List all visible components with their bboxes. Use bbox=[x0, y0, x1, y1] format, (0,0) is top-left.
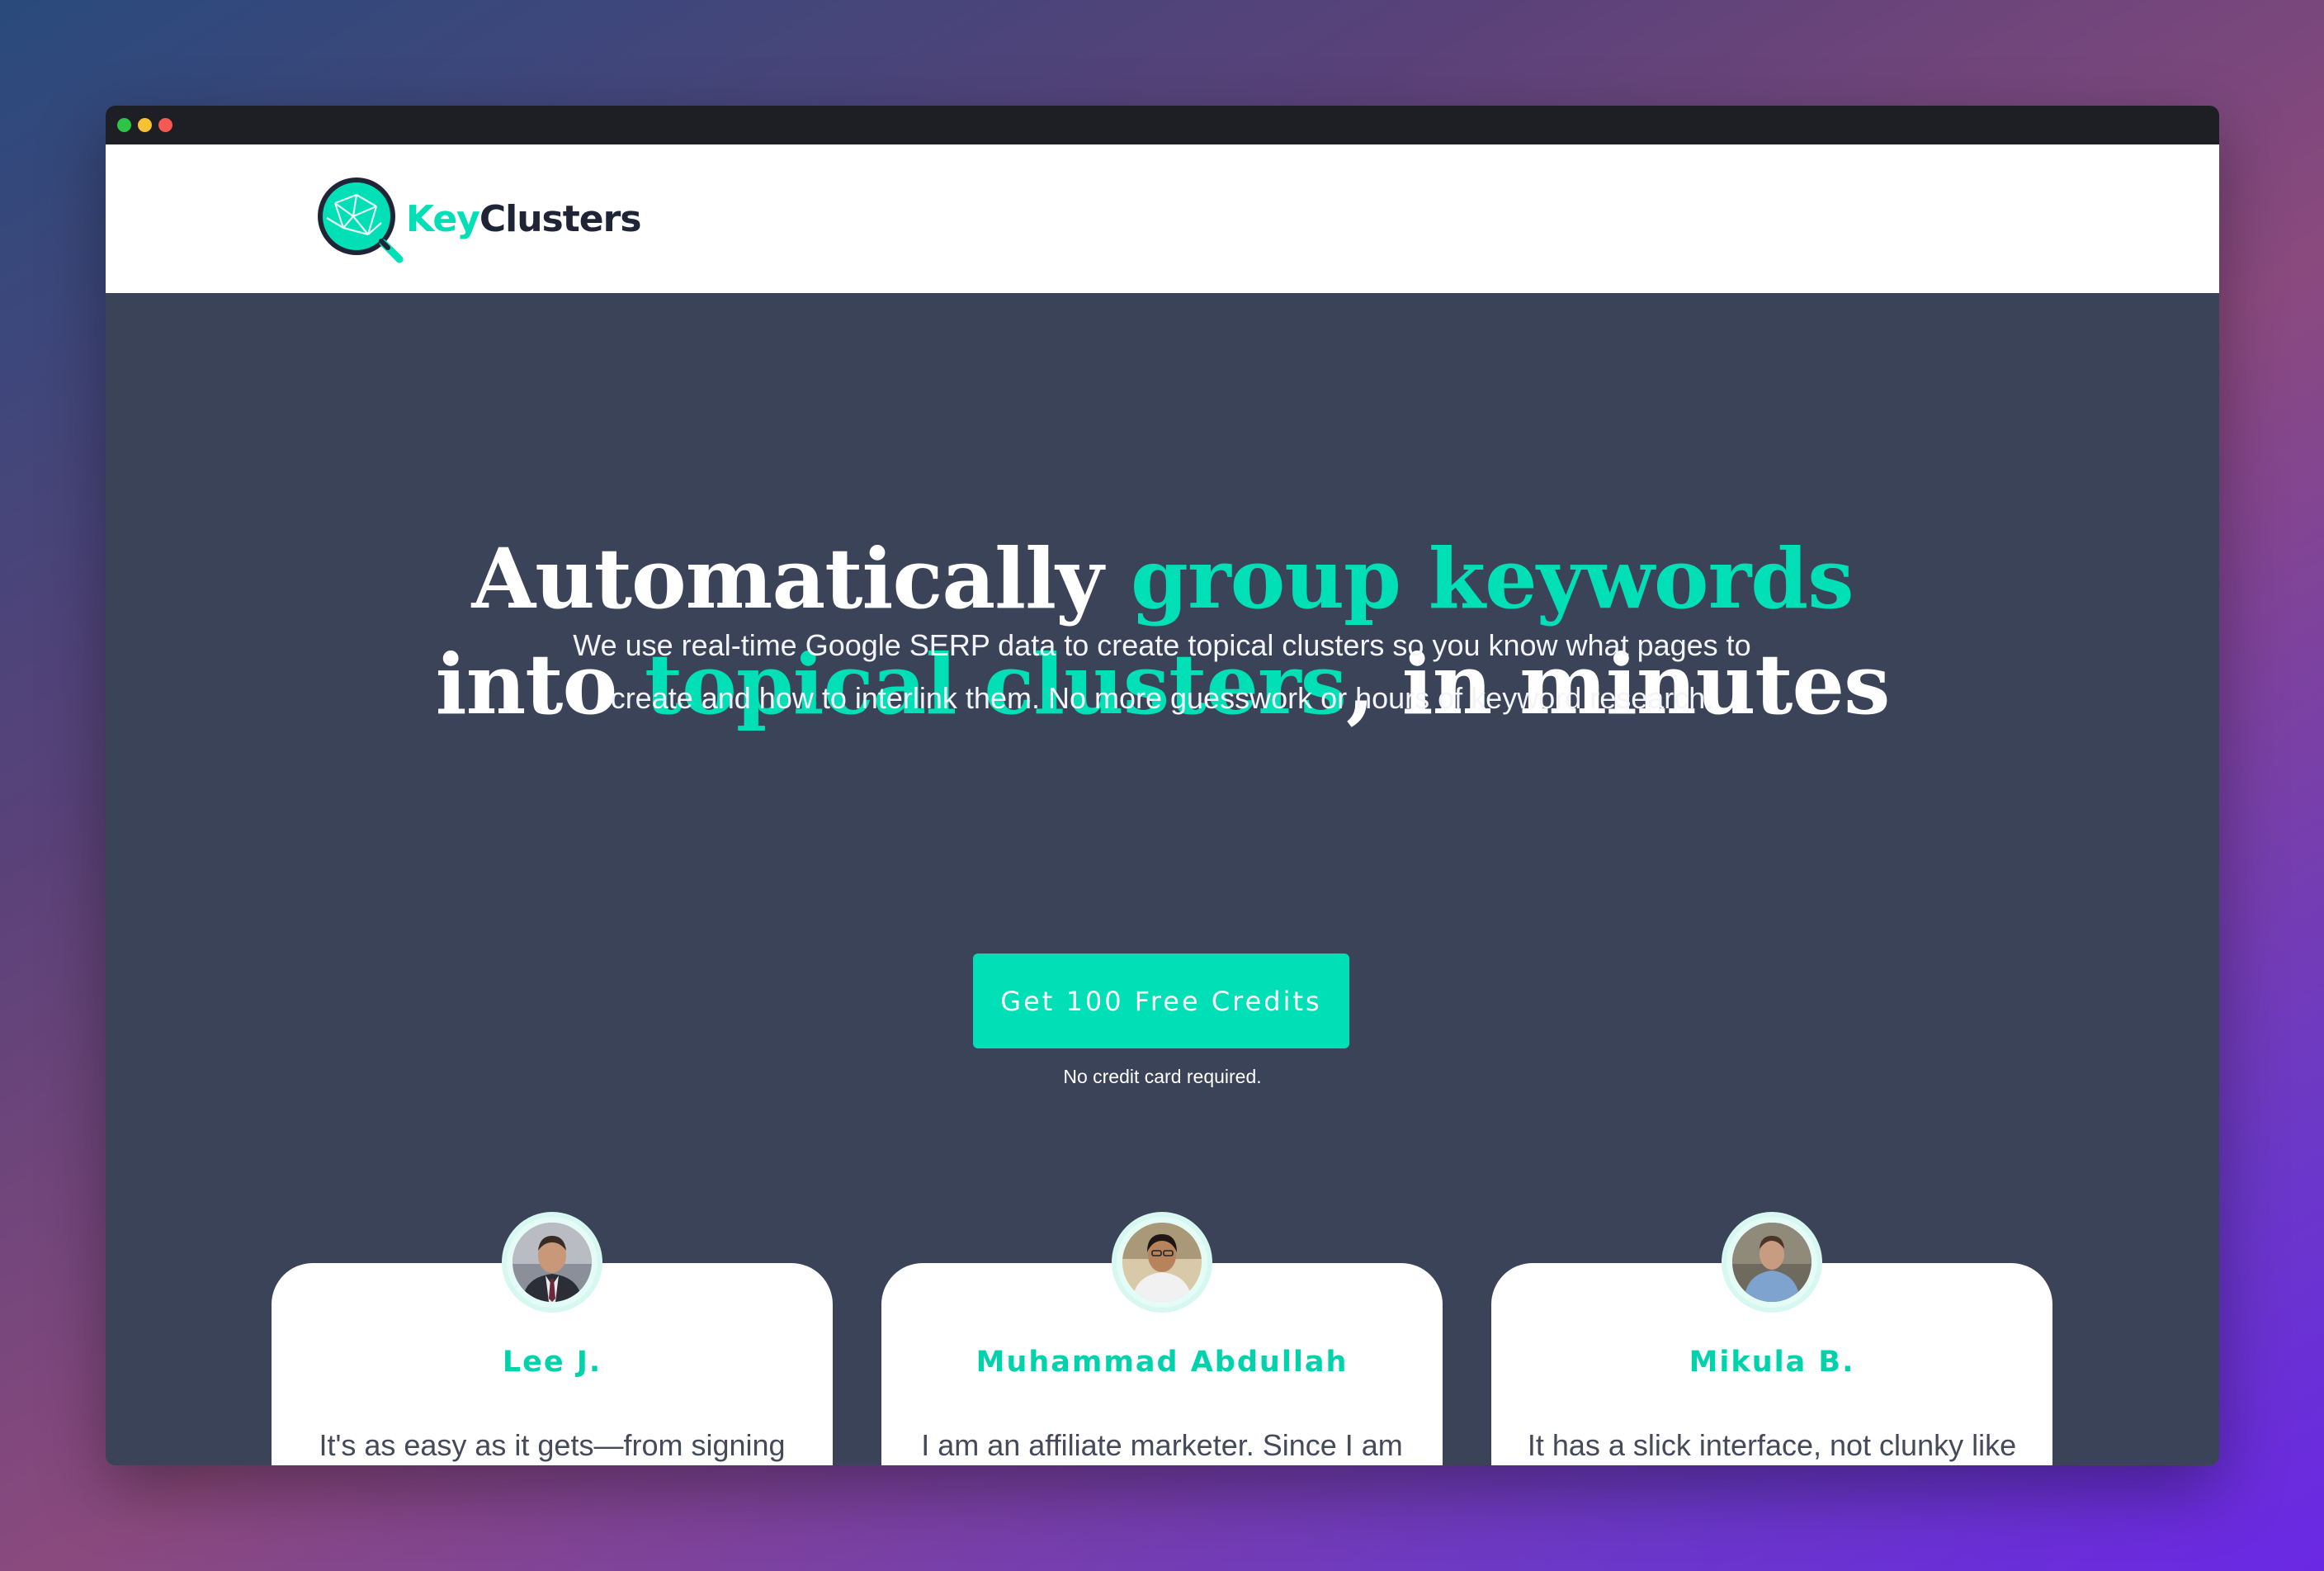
get-free-credits-button[interactable]: Get 100 Free Credits bbox=[973, 953, 1349, 1048]
person-photo-icon bbox=[1732, 1223, 1811, 1302]
avatar bbox=[1722, 1212, 1822, 1313]
person-photo-icon bbox=[513, 1223, 592, 1302]
testimonial-name: Lee J. bbox=[502, 1346, 602, 1379]
window-close-button[interactable] bbox=[158, 118, 172, 132]
testimonial-name: Muhammad Abdullah bbox=[975, 1346, 1349, 1379]
no-credit-card-note: No credit card required. bbox=[1063, 1066, 1262, 1087]
avatar bbox=[502, 1212, 602, 1313]
testimonial-card: Lee J. It's as easy as it gets—from sign… bbox=[272, 1212, 833, 1465]
window-maximize-button[interactable] bbox=[117, 118, 131, 132]
hero-section: Automatically group keywords into topica… bbox=[106, 293, 2219, 1465]
person-photo-icon bbox=[1122, 1223, 1202, 1302]
headline-accent-1: group keywords bbox=[1131, 530, 1854, 627]
brand-name-key: Key bbox=[406, 197, 480, 240]
headline-part-1: Automatically bbox=[471, 530, 1131, 627]
site-header: KeyClusters bbox=[106, 144, 2219, 293]
magnifier-network-icon bbox=[318, 177, 404, 263]
browser-window: KeyClusters Automatically group keywords… bbox=[106, 106, 2219, 1465]
testimonial-quote: It's as easy as it gets—from signing up … bbox=[319, 1428, 786, 1462]
testimonial-quote: It has a slick interface, not clunky lik… bbox=[1527, 1428, 2017, 1462]
avatar bbox=[1112, 1212, 1212, 1313]
brand-name-clusters: Clusters bbox=[479, 197, 642, 240]
testimonial-name: Mikula B. bbox=[1689, 1346, 1855, 1379]
testimonial-card: Muhammad Abdullah I am an affiliate mark… bbox=[881, 1212, 1443, 1465]
testimonial-card: Mikula B. It has a slick interface, not … bbox=[1491, 1212, 2052, 1465]
window-minimize-button[interactable] bbox=[138, 118, 152, 132]
brand-name: KeyClusters bbox=[406, 197, 642, 240]
brand-logo-link[interactable]: KeyClusters bbox=[310, 172, 642, 271]
hero-subtext: We use real-time Google SERP data to cre… bbox=[573, 628, 1751, 715]
testimonial-quote: I am an affiliate marketer. Since I am u… bbox=[921, 1428, 1403, 1462]
window-titlebar bbox=[106, 106, 2219, 144]
